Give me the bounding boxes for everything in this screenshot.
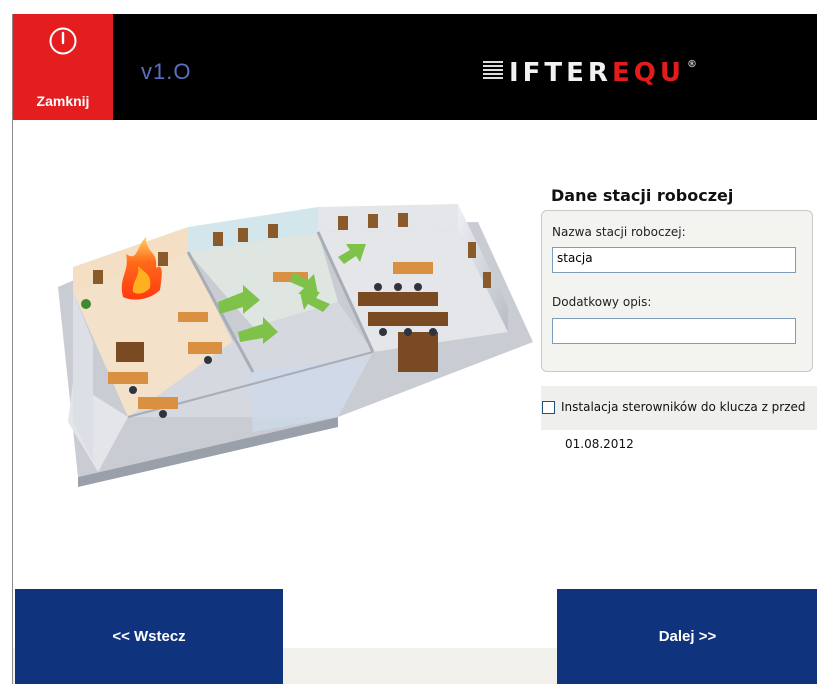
driver-install-checkbox[interactable] — [542, 401, 555, 414]
next-button[interactable]: Dalej >> — [557, 589, 817, 684]
back-button[interactable]: << Wstecz — [15, 589, 283, 684]
close-label: Zamknij — [36, 93, 90, 109]
close-button[interactable]: Zamknij — [13, 14, 113, 120]
next-button-label: Dalej >> — [658, 628, 717, 645]
station-name-input[interactable]: stacja — [552, 247, 796, 273]
driver-install-row: Instalacja sterowników do klucza z przed — [541, 386, 817, 430]
office-building-fire-illustration — [58, 204, 533, 487]
section-title: Dane stacji roboczej — [551, 186, 734, 205]
description-label: Dodatkowy opis: — [552, 295, 652, 309]
date-label: 01.08.2012 — [565, 437, 634, 451]
workstation-groupbox: Nazwa stacji roboczej: stacja Dodatkowy … — [541, 210, 813, 372]
station-name-label: Nazwa stacji roboczej: — [552, 225, 686, 239]
logo-mark-icon — [483, 59, 503, 79]
power-icon — [49, 27, 77, 55]
driver-install-label[interactable]: Instalacja sterowników do klucza z przed — [561, 400, 806, 414]
back-button-label: << Wstecz — [112, 628, 186, 645]
brand-logo: IFTEREQU ® — [483, 58, 697, 88]
header-bar: Zamknij v1.O IFTEREQU ® — [13, 14, 817, 120]
installer-window: Zamknij v1.O IFTEREQU ® Dane stacji robo… — [12, 14, 817, 684]
version-label: v1.O — [141, 59, 192, 84]
description-input[interactable] — [552, 318, 796, 344]
